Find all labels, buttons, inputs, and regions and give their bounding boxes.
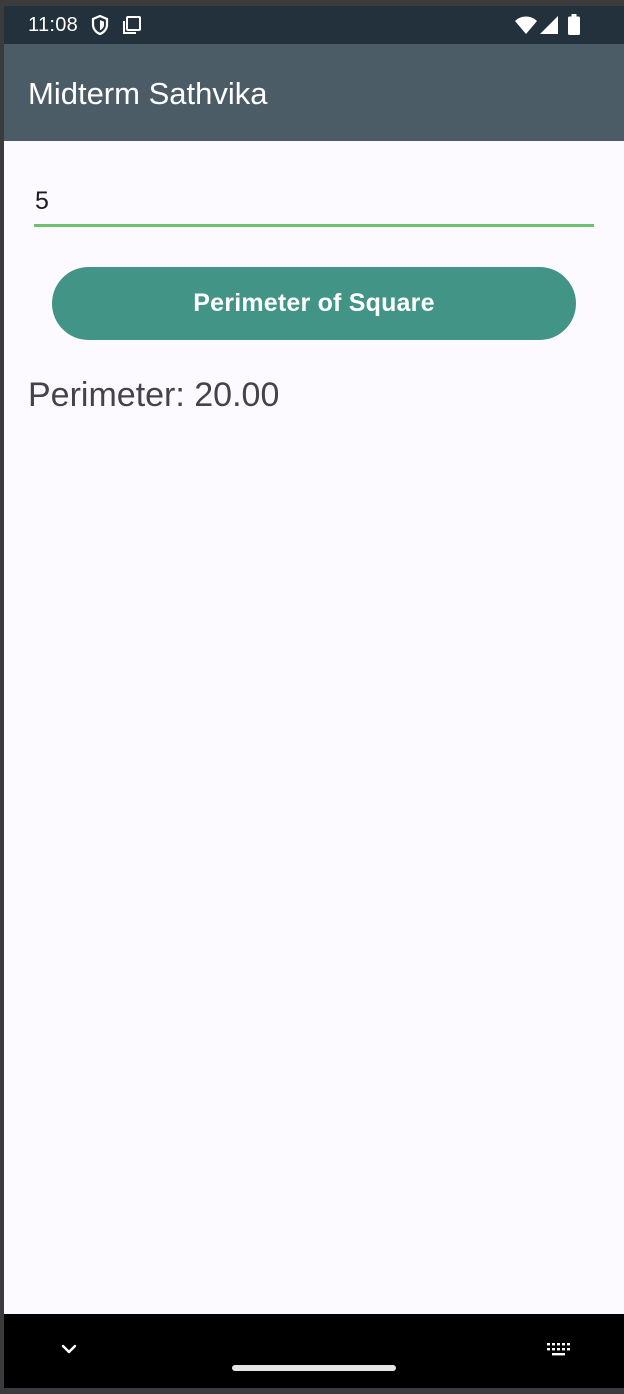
- gesture-handle[interactable]: [232, 1365, 396, 1371]
- side-length-input-value: 5: [35, 187, 49, 215]
- side-length-input[interactable]: 5: [34, 175, 594, 227]
- app-title: Midterm Sathvika: [28, 76, 268, 111]
- perimeter-result: Perimeter: 20.00: [28, 376, 280, 414]
- main-content: 5 Perimeter of Square Perimeter: 20.00: [4, 141, 624, 1314]
- app-bar: Midterm Sathvika: [4, 44, 624, 141]
- perimeter-button[interactable]: Perimeter of Square: [52, 267, 576, 340]
- screenshot-icon: [122, 15, 142, 40]
- perimeter-button-label: Perimeter of Square: [193, 289, 435, 317]
- input-underline: [34, 224, 594, 227]
- status-bar: 11:08: [4, 6, 624, 44]
- device-screen: 11:08 Midterm Sathvika 5 Perimeter of Sq…: [4, 6, 624, 1388]
- keyboard-icon[interactable]: [546, 1342, 572, 1363]
- status-time: 11:08: [28, 14, 79, 36]
- cell-signal-icon: [540, 16, 558, 39]
- chevron-down-icon[interactable]: [60, 1342, 78, 1360]
- battery-icon: [568, 14, 580, 40]
- wifi-icon: [515, 16, 537, 39]
- shield-icon: [91, 14, 109, 40]
- navigation-bar: [4, 1314, 624, 1388]
